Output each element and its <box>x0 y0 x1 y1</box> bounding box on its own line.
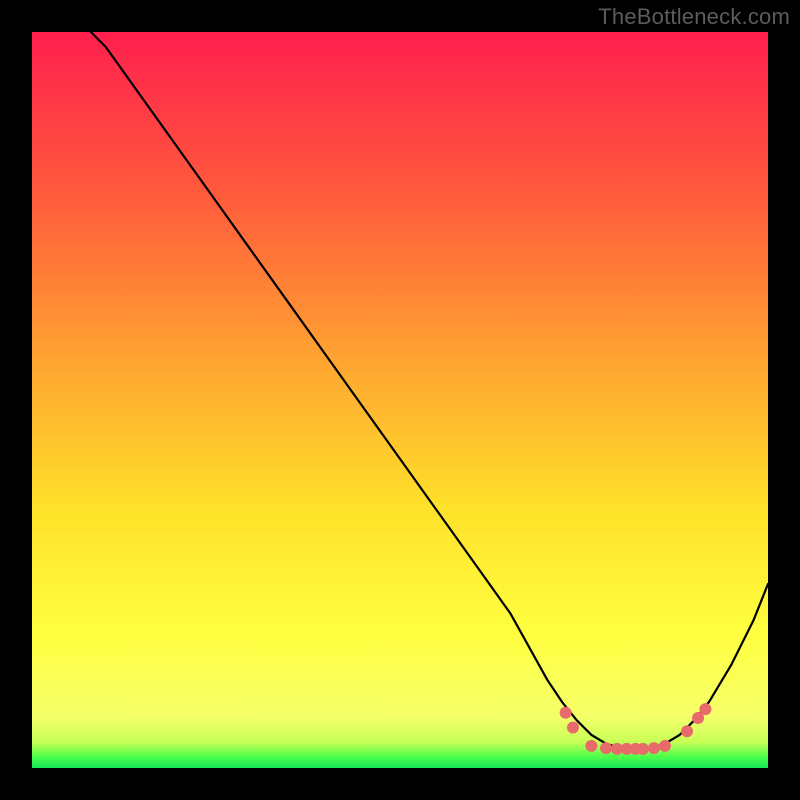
marker-dot <box>600 742 612 754</box>
marker-dot <box>648 742 660 754</box>
marker-dot <box>659 740 671 752</box>
marker-dot <box>560 707 572 719</box>
chart-container: { "watermark": "TheBottleneck.com", "plo… <box>0 0 800 800</box>
marker-dot <box>681 725 693 737</box>
watermark-text: TheBottleneck.com <box>598 4 790 30</box>
plot-background <box>32 32 768 768</box>
marker-dot <box>585 740 597 752</box>
bottleneck-chart <box>0 0 800 800</box>
marker-dot <box>637 743 649 755</box>
marker-dot <box>567 722 579 734</box>
marker-dot <box>699 703 711 715</box>
